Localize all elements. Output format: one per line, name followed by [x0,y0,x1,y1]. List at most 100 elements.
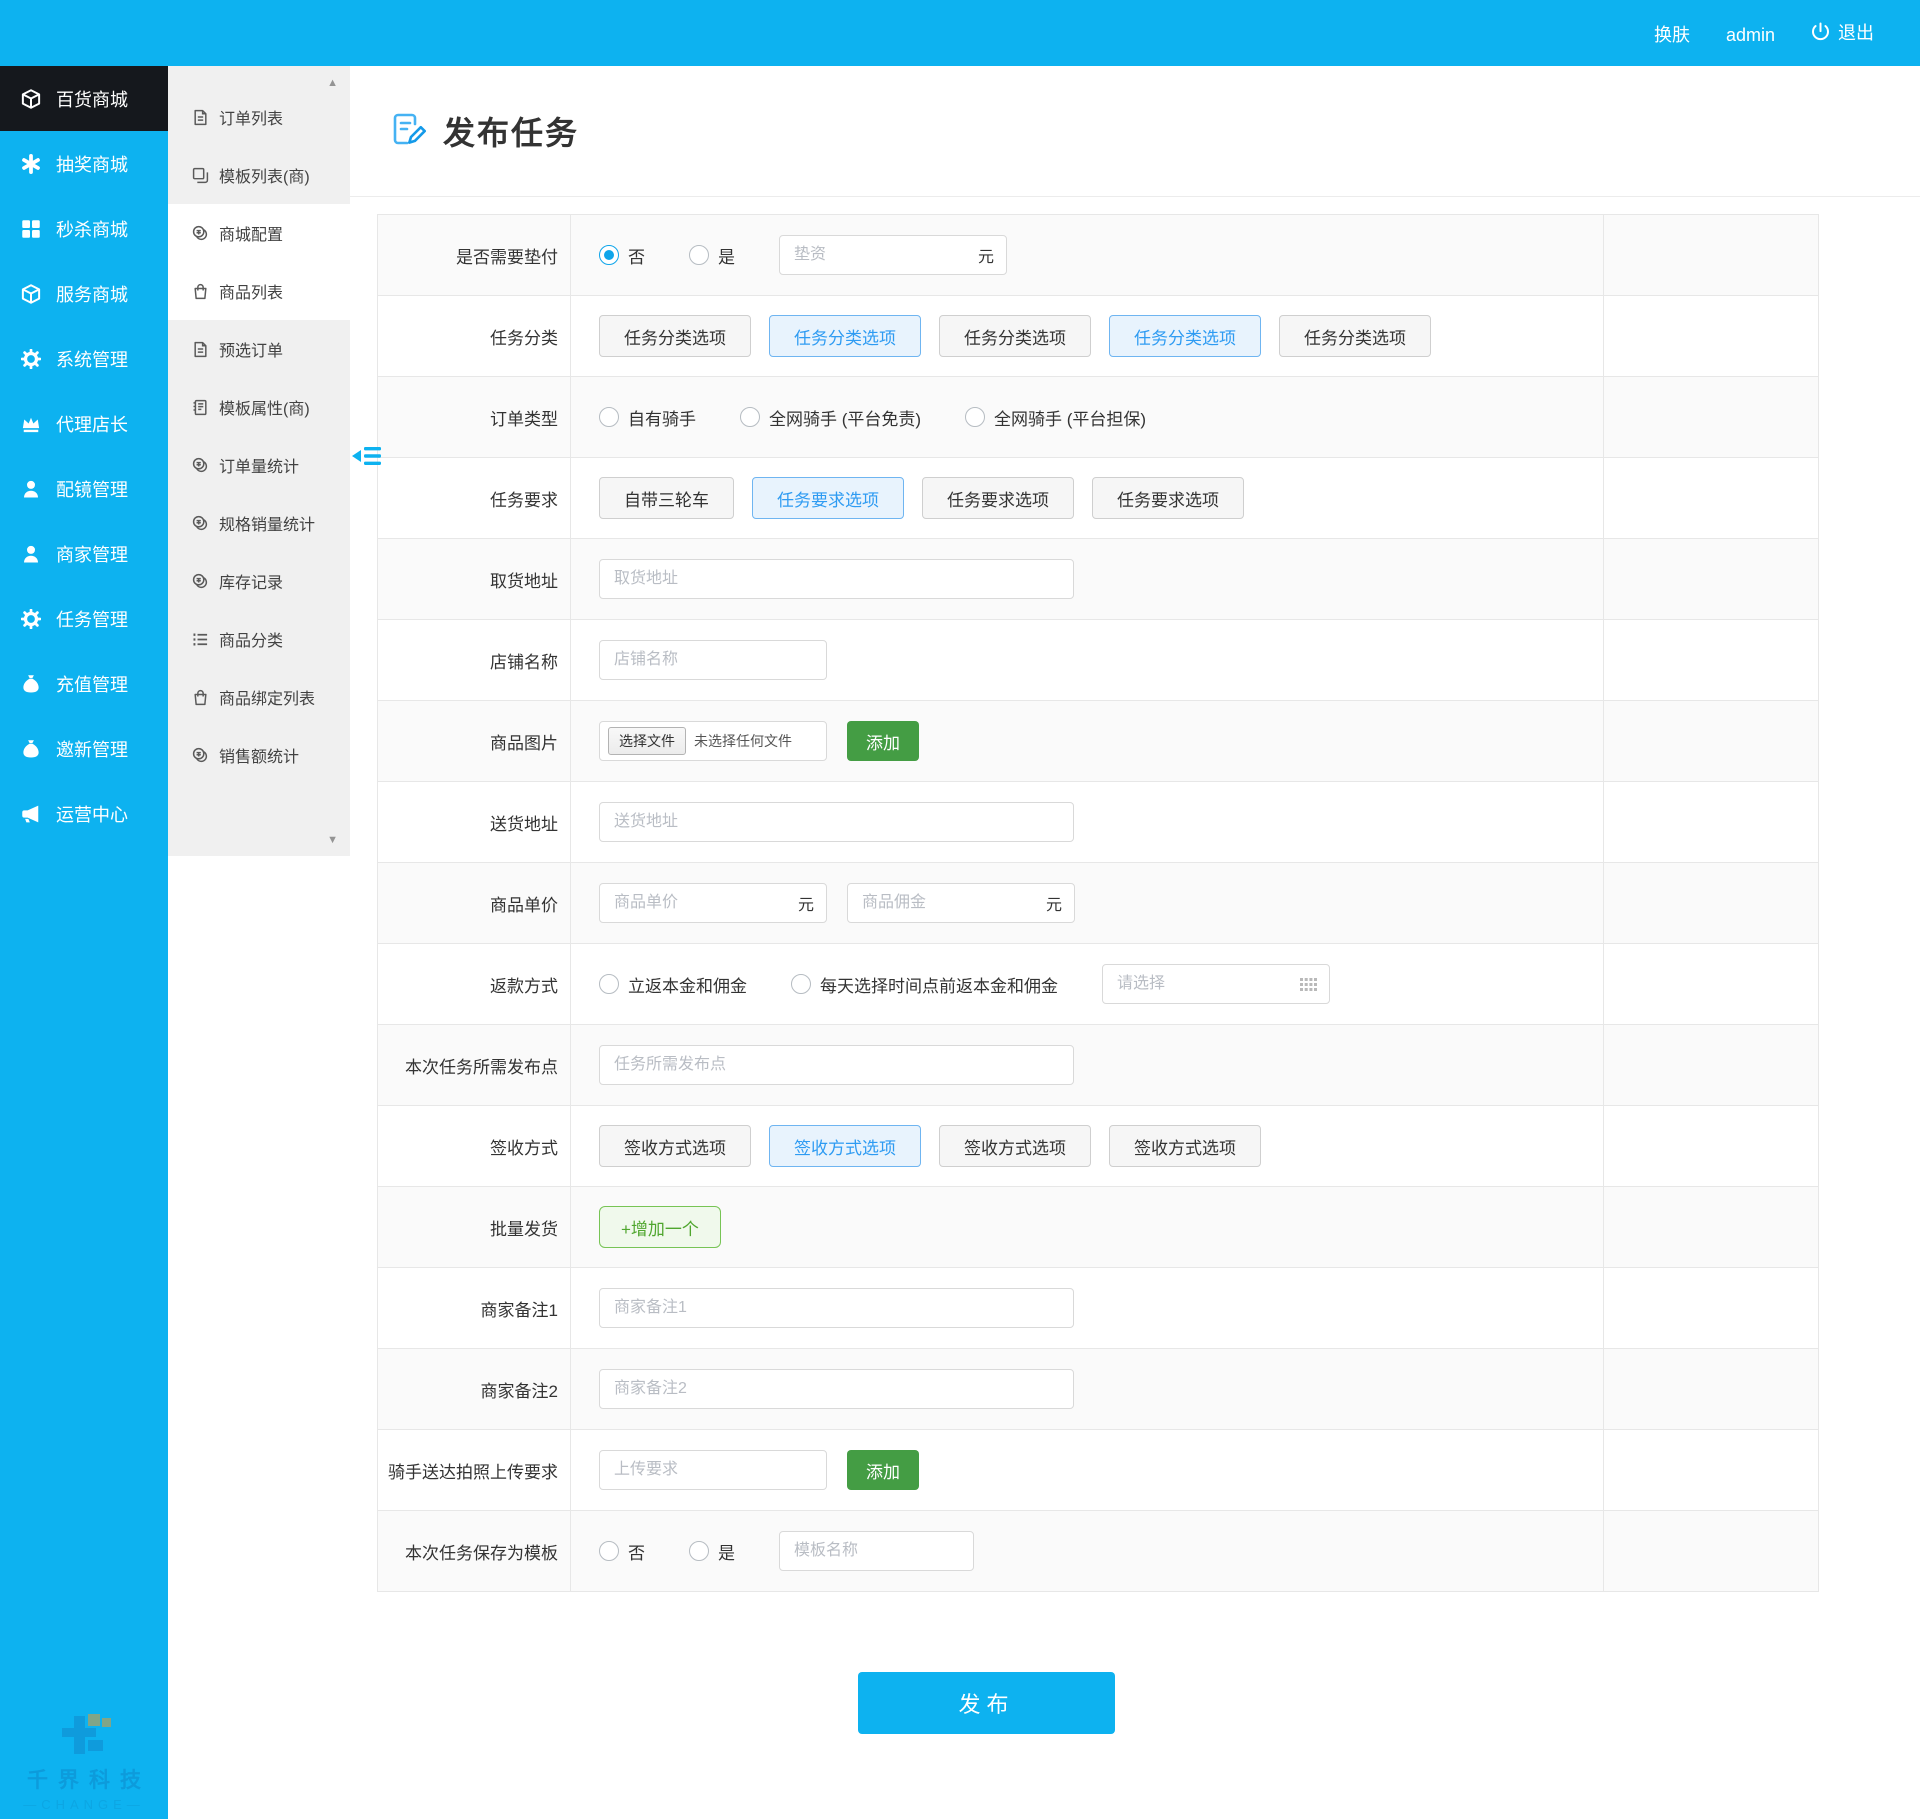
primary-sidebar: 百货商城抽奖商城秒杀商城服务商城系统管理代理店长配镜管理商家管理任务管理充值管理… [0,66,168,1819]
sidebar-item[interactable]: 百货商城 [0,66,168,131]
radio-circle-icon [689,1541,709,1561]
note-icon [192,399,209,416]
option-button[interactable]: 任务要求选项 [752,477,904,519]
submenu-item[interactable]: 模板列表(商) [168,146,350,204]
sidebar-item[interactable]: 运营中心 [0,781,168,846]
publish-button[interactable]: 发布 [858,1672,1115,1734]
sidebar-item[interactable]: 配镜管理 [0,456,168,521]
option-button[interactable]: 任务分类选项 [1109,315,1261,357]
field-label: 商家备注1 [378,1268,571,1348]
radio-option[interactable]: 是 [689,1539,735,1564]
merchant-note2-input[interactable] [612,1379,1061,1399]
submenu-item[interactable]: 商品列表 [168,262,350,320]
refund-time-select[interactable] [1115,974,1292,994]
option-button[interactable]: 任务要求选项 [922,477,1074,519]
choose-file-button[interactable]: 选择文件 [608,727,686,755]
upload-requirement-input[interactable] [612,1460,814,1480]
field-label: 是否需要垫付 [378,215,571,295]
sidebar-item[interactable]: 代理店长 [0,391,168,456]
sidebar-item[interactable]: 商家管理 [0,521,168,586]
submenu-item[interactable]: 商品分类 [168,610,350,668]
option-button[interactable]: 自带三轮车 [599,477,734,519]
submenu-item[interactable]: 预选订单 [168,320,350,378]
sidebar-item[interactable]: 秒杀商城 [0,196,168,261]
radio-circle-icon [740,407,760,427]
delivery-address-input[interactable] [612,812,1061,832]
submenu-item[interactable]: 规格销量统计 [168,494,350,552]
submenu-item[interactable]: 销售额统计 [168,726,350,784]
field-label: 订单类型 [378,377,571,457]
radio-option[interactable]: 每天选择时间点前返本金和佣金 [791,972,1058,997]
publish-task-form: 是否需要垫付否是元任务分类任务分类选项任务分类选项任务分类选项任务分类选项任务分… [377,214,1819,1592]
option-button[interactable]: 任务分类选项 [1279,315,1431,357]
sidebar-item[interactable]: 系统管理 [0,326,168,391]
option-button[interactable]: 任务分类选项 [769,315,921,357]
sidebar-item[interactable]: 服务商城 [0,261,168,326]
pickup-address-input[interactable] [612,569,1061,589]
radio-label: 全网骑手 (平台担保) [994,405,1146,430]
sidebar-item-label: 充值管理 [56,671,128,697]
submenu-item[interactable]: 库存记录 [168,552,350,610]
add-batch-button[interactable]: +增加一个 [599,1206,721,1248]
radio-option[interactable]: 全网骑手 (平台担保) [965,405,1146,430]
admin-link[interactable]: admin [1726,25,1775,46]
field-label: 取货地址 [378,539,571,619]
submenu-item[interactable]: 订单列表 [168,88,350,146]
brand-logo-icon [4,1714,164,1763]
sidebar-item-label: 代理店长 [56,411,128,437]
skin-link[interactable]: 换肤 [1654,21,1690,47]
sidebar-item[interactable]: 抽奖商城 [0,131,168,196]
sidebar-item-label: 运营中心 [56,801,128,827]
merchant-note1-input-box [599,1288,1074,1328]
template-name-input[interactable] [792,1541,961,1561]
product-price-input-box: 元 [599,883,827,923]
radio-option[interactable]: 是 [689,243,735,268]
product-price-input[interactable] [612,893,792,913]
radio-label: 立返本金和佣金 [628,972,747,997]
empty-cell [1604,296,1818,376]
radio-option[interactable]: 否 [599,1539,645,1564]
menu-collapse-icon[interactable] [352,444,382,468]
option-button[interactable]: 签收方式选项 [769,1125,921,1167]
submenu-item[interactable]: 模板属性(商) [168,378,350,436]
logout-link[interactable]: 退出 [1811,19,1874,45]
option-button[interactable]: 任务要求选项 [1092,477,1244,519]
radio-option[interactable]: 否 [599,243,645,268]
field-content: 否是元 [571,215,1604,295]
field-content [571,1349,1604,1429]
product-commission-input[interactable] [860,893,1040,913]
add-upload-requirement-button[interactable]: 添加 [847,1450,919,1490]
secondary-sidebar: ▲ ▼ 订单列表模板列表(商)商城配置商品列表预选订单模板属性(商)订单量统计规… [168,66,350,856]
advance-amount-input[interactable] [792,245,972,265]
sidebar-item-label: 配镜管理 [56,476,128,502]
submenu-item[interactable]: 商城配置 [168,204,350,262]
submenu-item[interactable]: 商品绑定列表 [168,668,350,726]
option-button[interactable]: 任务分类选项 [599,315,751,357]
option-button[interactable]: 签收方式选项 [1109,1125,1261,1167]
add-image-button[interactable]: 添加 [847,721,919,761]
file-input[interactable]: 选择文件未选择任何文件 [599,721,827,761]
option-button[interactable]: 任务分类选项 [939,315,1091,357]
submenu-item[interactable]: 订单量统计 [168,436,350,494]
field-content: 任务分类选项任务分类选项任务分类选项任务分类选项任务分类选项 [571,296,1604,376]
radio-option[interactable]: 立返本金和佣金 [599,972,747,997]
option-button[interactable]: 签收方式选项 [599,1125,751,1167]
publish-points-input[interactable] [612,1055,1061,1075]
sidebar-item[interactable]: 充值管理 [0,651,168,716]
radio-circle-icon [599,974,619,994]
option-button[interactable]: 签收方式选项 [939,1125,1091,1167]
merchant-note1-input[interactable] [612,1298,1061,1318]
sidebar-item-label: 商家管理 [56,541,128,567]
field-label: 骑手送达拍照上传要求 [378,1430,571,1510]
form-row: 商品单价元元 [378,863,1818,944]
radio-option[interactable]: 自有骑手 [599,405,696,430]
radio-option[interactable]: 全网骑手 (平台免责) [740,405,921,430]
coins-icon [192,225,209,242]
scroll-up-icon[interactable]: ▲ [327,78,338,89]
shop-name-input[interactable] [612,650,814,670]
scroll-down-icon[interactable]: ▼ [327,835,338,846]
form-row: 返款方式立返本金和佣金每天选择时间点前返本金和佣金 [378,944,1818,1025]
merchant-note2-input-box [599,1369,1074,1409]
sidebar-item[interactable]: 邀新管理 [0,716,168,781]
sidebar-item[interactable]: 任务管理 [0,586,168,651]
